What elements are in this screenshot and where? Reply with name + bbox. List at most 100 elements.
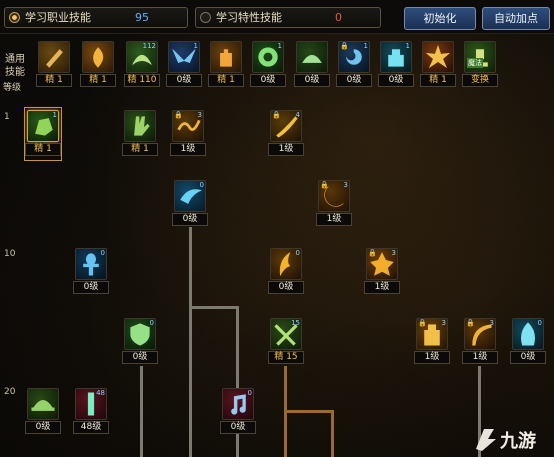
lock-icon: 🔒 [320,181,329,189]
max-level-badge: 3 [391,249,396,257]
top-bar: 学习职业技能 95 学习特性技能 0 初始化 自动加点 [0,0,554,34]
watermark-text: 九游 [500,431,536,452]
skill-level-label: 0级 [268,281,304,294]
max-level-badge: 0 [295,249,300,257]
common-skill-7[interactable]: 0级 [294,41,330,89]
gold-wave-icon: 🔒 3 [172,110,204,142]
leaf-hat-icon [27,388,59,420]
fire-crescent-icon: 🔒 3 [318,180,350,212]
lock-icon: 🔒 [418,319,427,327]
radio-icon [200,12,211,23]
vortex-lock-icon: 🔒 1 [338,41,370,73]
max-level-badge: 0 [537,319,542,327]
skill-level-label: 精 110 [124,74,160,87]
scroll-pen-icon [38,41,70,73]
common-skill-4[interactable]: 1 0级 [166,41,202,89]
lock-icon: 🔒 [340,42,349,50]
max-level-badge: 0 [247,389,252,397]
common-skill-3[interactable]: 112 精 110 [124,41,160,89]
skill-level-label: 48级 [73,421,109,434]
skill-shield-ward[interactable]: 0 0级 [122,318,158,366]
skill-level-label: 1级 [414,351,450,364]
skill-level-label: 精 1 [208,74,244,87]
skill-ice-spirit[interactable]: 0 0级 [510,318,546,366]
spirit-summon-icon: 112 [126,41,158,73]
skill-ankh[interactable]: 0 0级 [73,248,109,296]
max-level-badge: 1 [277,42,282,50]
lock-icon: 🔒 [174,111,183,119]
max-level-badge: 0 [199,181,204,189]
max-level-badge: 15 [291,319,300,327]
rune-circle-icon [296,41,328,73]
flame-book-icon [82,41,114,73]
skill-burst-fist[interactable]: 🔒 3 1级 [364,248,400,296]
skill-leaf-hat[interactable]: 0级 [25,388,61,436]
tab-label: 学习职业技能 [25,11,91,24]
skill-level-label: 0级 [336,74,372,87]
tab-job-skills[interactable]: 学习职业技能 95 [4,7,188,28]
common-skill-5[interactable]: 精 1 [208,41,244,89]
skill-water-dash[interactable]: 0 0级 [172,180,208,228]
skill-level-label: 0级 [294,74,330,87]
common-skill-2[interactable]: 精 1 [80,41,116,89]
lock-icon: 🔒 [272,111,281,119]
flame-feather-icon: 0 [270,248,302,280]
gold-slash-icon: 🔒 4 [270,110,302,142]
auto-assign-button[interactable]: 自动加点 [482,7,550,30]
tree-line [140,366,143,457]
skill-window: 学习职业技能 95 学习特性技能 0 初始化 自动加点 通用 技能 等级 1 1… [0,0,554,457]
skill-flame-feather[interactable]: 0 0级 [268,248,304,296]
skill-level-label: 0级 [122,351,158,364]
skill-golden-wave[interactable]: 🔒 3 1级 [170,110,206,158]
skill-level-label: 0级 [220,421,256,434]
common-skill-1[interactable]: 精 1 [36,41,72,89]
skill-claw-slash[interactable]: 精 1 [122,110,158,158]
skill-level-label: 0级 [166,74,202,87]
skill-fire-crescent[interactable]: 🔒 3 1级 [316,180,352,228]
max-level-badge: 0 [149,319,154,327]
max-level-badge: 112 [142,42,156,50]
skill-cross-blades[interactable]: 15 精 15 [268,318,304,366]
armored-figure-icon: 1 [380,41,412,73]
skill-level-label: 0级 [25,421,61,434]
fire-hand-icon [210,41,242,73]
tree-line [189,227,192,457]
tp-count: 0 [335,11,342,24]
skill-level-label: 1级 [316,213,352,226]
skill-level-label: 精 1 [36,74,72,87]
ankh-icon: 0 [75,248,107,280]
skill-jade-pillar[interactable]: 48 48级 [73,388,109,436]
max-level-badge: 1 [52,111,57,119]
skill-palm-strike[interactable]: 1 精 1 [24,107,62,161]
skill-level-label: 1级 [170,143,206,156]
max-level-badge: 48 [96,389,105,397]
skill-golden-swipe[interactable]: 🔒 4 1级 [268,110,304,158]
skill-golden-idol[interactable]: 🔒 3 1级 [414,318,450,366]
skill-level-label: 0级 [73,281,109,294]
common-skill-10[interactable]: 精 1 [420,41,456,89]
skill-level-label: 0级 [172,213,208,226]
wings-icon: 1 [168,41,200,73]
lock-icon: 🔒 [466,319,475,327]
skill-level-label: 变换 [462,74,498,87]
tab-trait-skills[interactable]: 学习特性技能 0 [195,7,381,28]
ice-spirit-icon: 0 [512,318,544,350]
explosion-icon [422,41,454,73]
row-level-10: 10 [4,249,16,259]
common-skill-9[interactable]: 1 0级 [378,41,414,89]
green-hand-icon [124,110,156,142]
reset-button[interactable]: 初始化 [404,7,476,30]
common-skill-6[interactable]: 1 0级 [250,41,286,89]
skill-level-label: 1级 [462,351,498,364]
radio-icon [9,12,20,23]
max-level-badge: 1 [405,42,410,50]
tree-line [331,410,334,457]
swap-scroll-icon: 魔法 [464,41,496,73]
skill-music-note[interactable]: 0 0级 [220,388,256,436]
skill-arc-bow[interactable]: 🔒 3 1级 [462,318,498,366]
green-fist-icon: 1 [27,110,59,142]
row-level-1: 1 [4,112,10,122]
common-skill-11[interactable]: 魔法 变换 [462,41,498,89]
music-note-icon: 0 [222,388,254,420]
common-skill-8[interactable]: 🔒 1 0级 [336,41,372,89]
